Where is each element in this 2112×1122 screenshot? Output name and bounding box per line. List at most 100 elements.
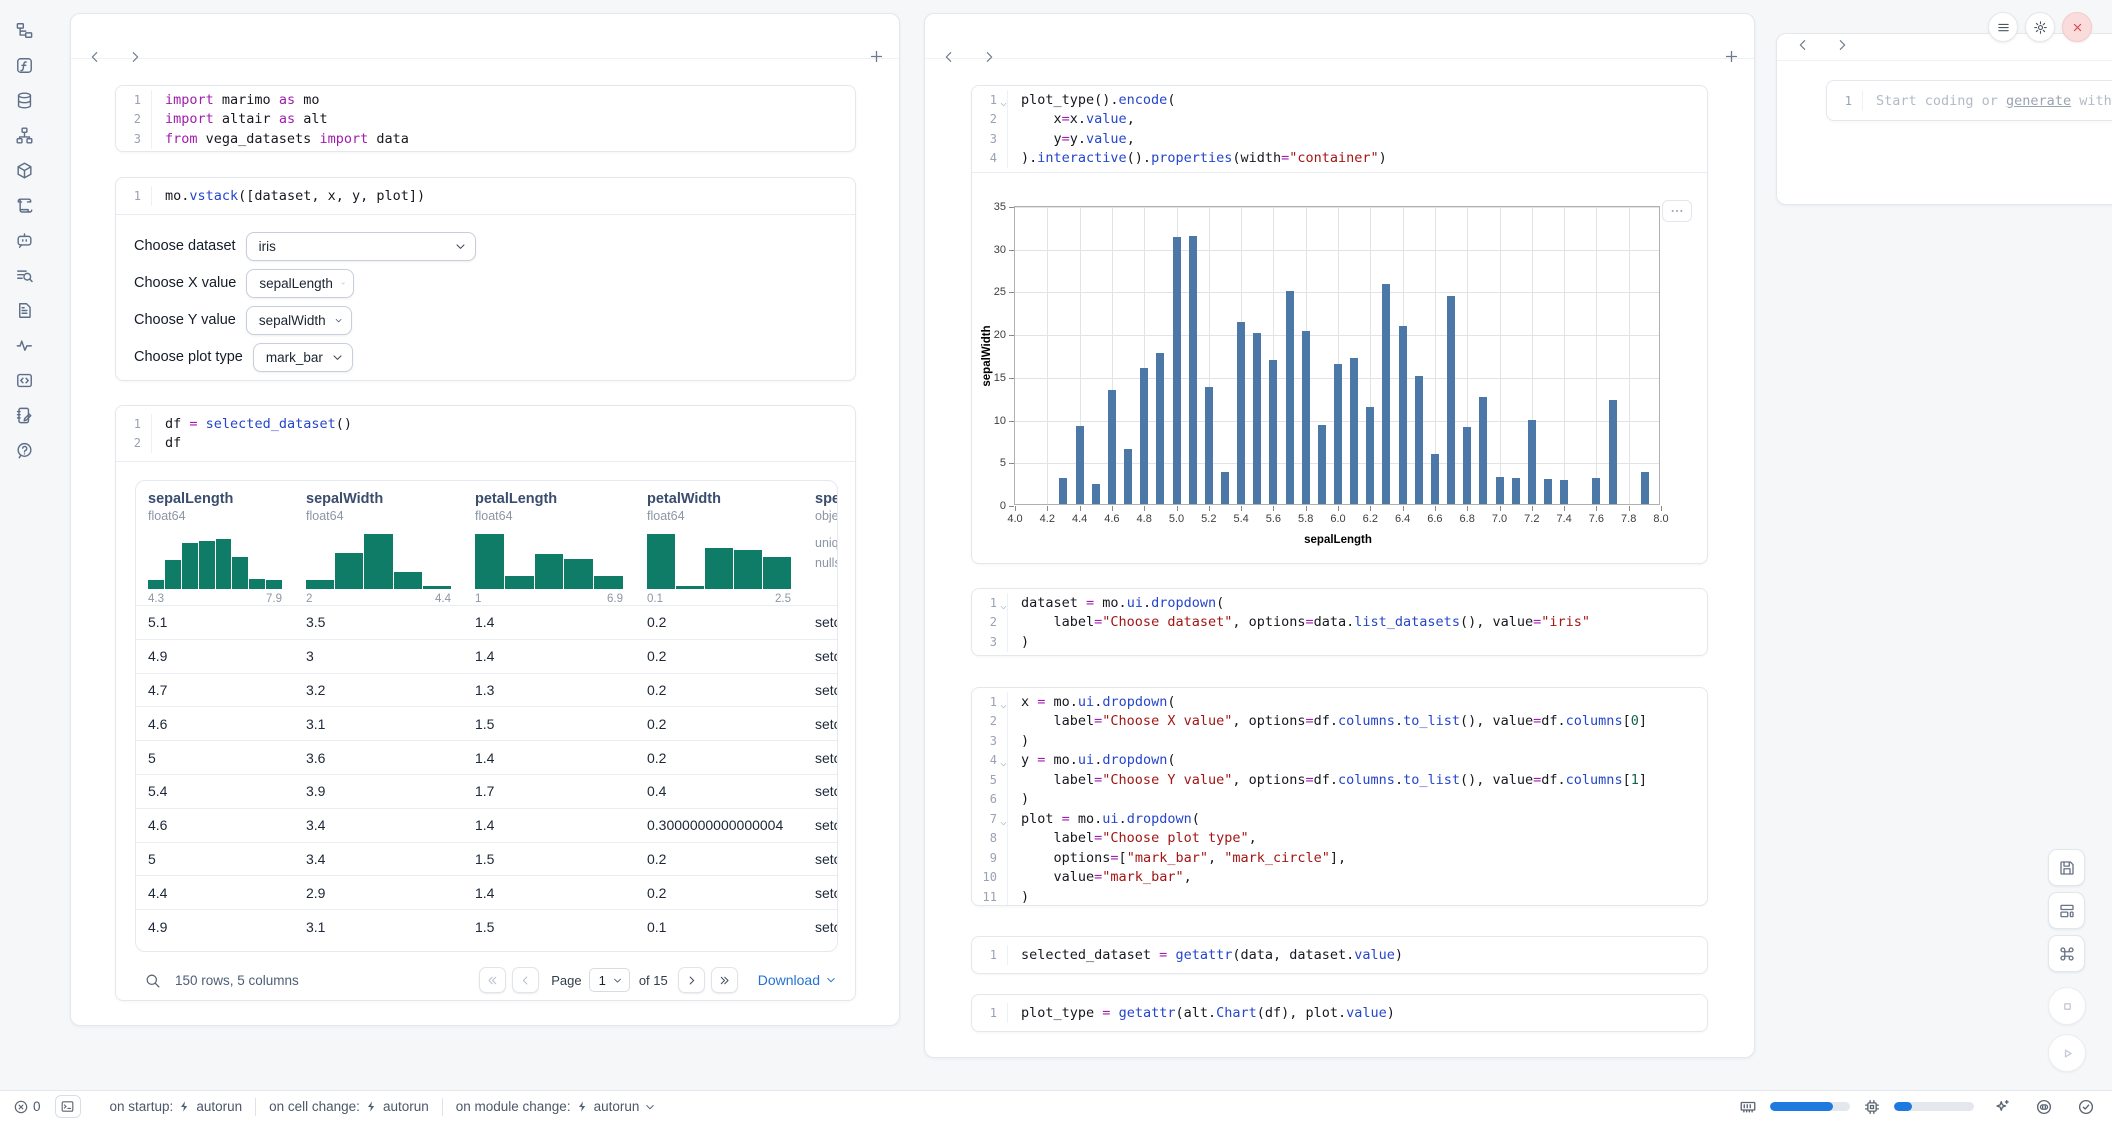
terminal-icon [60, 1099, 75, 1114]
terminal-button[interactable] [55, 1095, 81, 1118]
code-text: selected_dataset = getattr(data, dataset… [1008, 947, 1403, 963]
line-number: 1 [972, 593, 1008, 613]
y-axis-title: sepalWidth [981, 325, 993, 386]
dropdown-label: Choose plot type [134, 349, 243, 365]
sidebar-activity-button[interactable] [6, 328, 42, 363]
menu-button[interactable] [1988, 12, 2018, 42]
sidebar-org-chart-button[interactable] [6, 118, 42, 153]
histogram-bar [266, 580, 282, 589]
sidebar-package-button[interactable] [6, 153, 42, 188]
add-cell-button[interactable] [868, 48, 885, 65]
autorun-segment[interactable]: on cell change:autorun [256, 1099, 442, 1114]
column-collapse-right-icon[interactable] [981, 49, 997, 65]
table-cell: 5 [136, 750, 294, 766]
gear-icon [2033, 20, 2048, 35]
column-header-sepalWidth[interactable]: sepalWidthfloat6424.4 [294, 481, 463, 605]
column-collapse-left-icon[interactable] [941, 49, 957, 65]
placeholder-text: Start coding or [1876, 93, 2006, 109]
dropdown-choose-plot-type[interactable]: mark_bar [253, 343, 353, 372]
settings-button[interactable] [2025, 12, 2055, 42]
sidebar-document-button[interactable] [6, 293, 42, 328]
next-page-button[interactable] [678, 967, 705, 993]
column-collapse-right-icon[interactable] [1834, 37, 1850, 53]
error-indicator[interactable]: 0 [13, 1099, 41, 1115]
table-cell: 3 [294, 648, 463, 664]
line-number: 2 [116, 110, 152, 130]
autorun-segment[interactable]: on startup:autorun [97, 1099, 256, 1114]
download-button[interactable]: Download [758, 972, 837, 988]
code-cell-selected-dataset[interactable]: 1selected_dataset = getattr(data, datase… [971, 936, 1708, 974]
column-collapse-left-icon[interactable] [1795, 37, 1811, 53]
histogram-bar [182, 543, 198, 589]
fold-chevron-icon[interactable] [999, 819, 1008, 828]
generate-with-ai-link[interactable]: generate [2006, 93, 2071, 109]
y-tick-label: 10 [994, 415, 1006, 427]
shutdown-button[interactable] [2062, 12, 2092, 42]
axis-tick [1112, 506, 1113, 511]
column-name: sepalWidth [306, 491, 451, 507]
sidebar-list-search-button[interactable] [6, 258, 42, 293]
column-collapse-left-icon[interactable] [87, 49, 103, 65]
command-palette-button[interactable] [2048, 935, 2085, 972]
fold-chevron-icon[interactable] [999, 100, 1008, 109]
sidebar-function-button[interactable] [6, 48, 42, 83]
sidebar-notebook-edit-button[interactable] [6, 398, 42, 433]
sidebar-code-box-button[interactable] [6, 363, 42, 398]
line-number: 8 [972, 829, 1008, 849]
table-row: 53.41.50.2setosa [136, 842, 837, 876]
sidebar-chat-bot-button[interactable] [6, 223, 42, 258]
save-button[interactable] [2048, 849, 2085, 886]
connection-status-icon[interactable] [2077, 1098, 2095, 1116]
code-cell-dataframe[interactable]: 1df = selected_dataset()2df sepalLengthf… [115, 405, 856, 1001]
fold-chevron-icon[interactable] [999, 603, 1008, 612]
sidebar-scroll-button[interactable] [6, 188, 42, 223]
code-line: 1plot_type().encode( [972, 90, 1707, 110]
code-cell-xy-dropdowns[interactable]: 1x = mo.ui.dropdown(2 label="Choose X va… [971, 687, 1708, 906]
fold-chevron-icon[interactable] [999, 702, 1008, 711]
layout-button[interactable] [2048, 892, 2085, 929]
empty-code-cell[interactable]: 1 Start coding or generate with [1826, 80, 2112, 121]
code-cell-chart[interactable]: 1plot_type().encode(2 x=x.value,3 y=y.va… [971, 85, 1708, 564]
table-footer: 150 rows, 5 columns Page 1 of 15 Downloa… [144, 966, 837, 994]
sidebar-help-button[interactable] [6, 433, 42, 468]
stop-button[interactable] [2048, 987, 2086, 1025]
run-button[interactable] [2048, 1034, 2086, 1072]
code-line: 2 x=x.value, [972, 110, 1707, 130]
column-header-species[interactable]: speciesobjectunique:nulls: [803, 481, 837, 605]
code-cell-plot-type[interactable]: 1plot_type = getattr(alt.Chart(df), plot… [971, 994, 1708, 1032]
column-header-sepalLength[interactable]: sepalLengthfloat644.37.9 [136, 481, 294, 605]
x-tick-label: 4.6 [1104, 513, 1119, 525]
axis-tick [1596, 506, 1597, 511]
prev-page-button[interactable] [512, 967, 539, 993]
first-page-button[interactable] [479, 967, 506, 993]
table-header-row: sepalLengthfloat644.37.9sepalWidthfloat6… [136, 481, 837, 605]
autorun-segment[interactable]: on module change:autorun [443, 1099, 670, 1114]
code-cell-dataset-dropdown[interactable]: 1dataset = mo.ui.dropdown(2 label="Choos… [971, 588, 1708, 656]
table-search-icon[interactable] [144, 972, 161, 989]
sidebar-file-tree-button[interactable] [6, 13, 42, 48]
axis-tick [1629, 506, 1630, 511]
code-cell-imports[interactable]: 1import marimo as mo2import altair as al… [115, 85, 856, 152]
chart-menu-button[interactable] [1662, 200, 1692, 222]
table-cell: 0.2 [635, 885, 803, 901]
copilot-icon[interactable] [2035, 1098, 2053, 1116]
page-select[interactable]: 1 [589, 968, 630, 992]
histogram-bar [676, 586, 704, 589]
dropdown-choose-dataset[interactable]: iris [246, 232, 476, 261]
chart-bar [1512, 478, 1520, 504]
dropdown-choose-x-value[interactable]: sepalLength [246, 269, 354, 298]
fold-chevron-icon[interactable] [999, 760, 1008, 769]
column-collapse-right-icon[interactable] [127, 49, 143, 65]
chart-bar [1431, 454, 1439, 504]
last-page-button[interactable] [711, 967, 738, 993]
sparkles-icon[interactable] [1993, 1098, 2011, 1116]
code-cell-vstack[interactable]: 1mo.vstack([dataset, x, y, plot]) Choose… [115, 177, 856, 381]
axis-tick [1080, 506, 1081, 511]
column-header-petalLength[interactable]: petalLengthfloat6416.9 [463, 481, 635, 605]
dropdown-choose-y-value[interactable]: sepalWidth [246, 306, 352, 335]
column-histogram [647, 531, 791, 589]
sidebar-database-button[interactable] [6, 83, 42, 118]
column-header-petalWidth[interactable]: petalWidthfloat640.12.5 [635, 481, 803, 605]
table-cell: 2.9 [294, 885, 463, 901]
add-cell-button[interactable] [1723, 48, 1740, 65]
